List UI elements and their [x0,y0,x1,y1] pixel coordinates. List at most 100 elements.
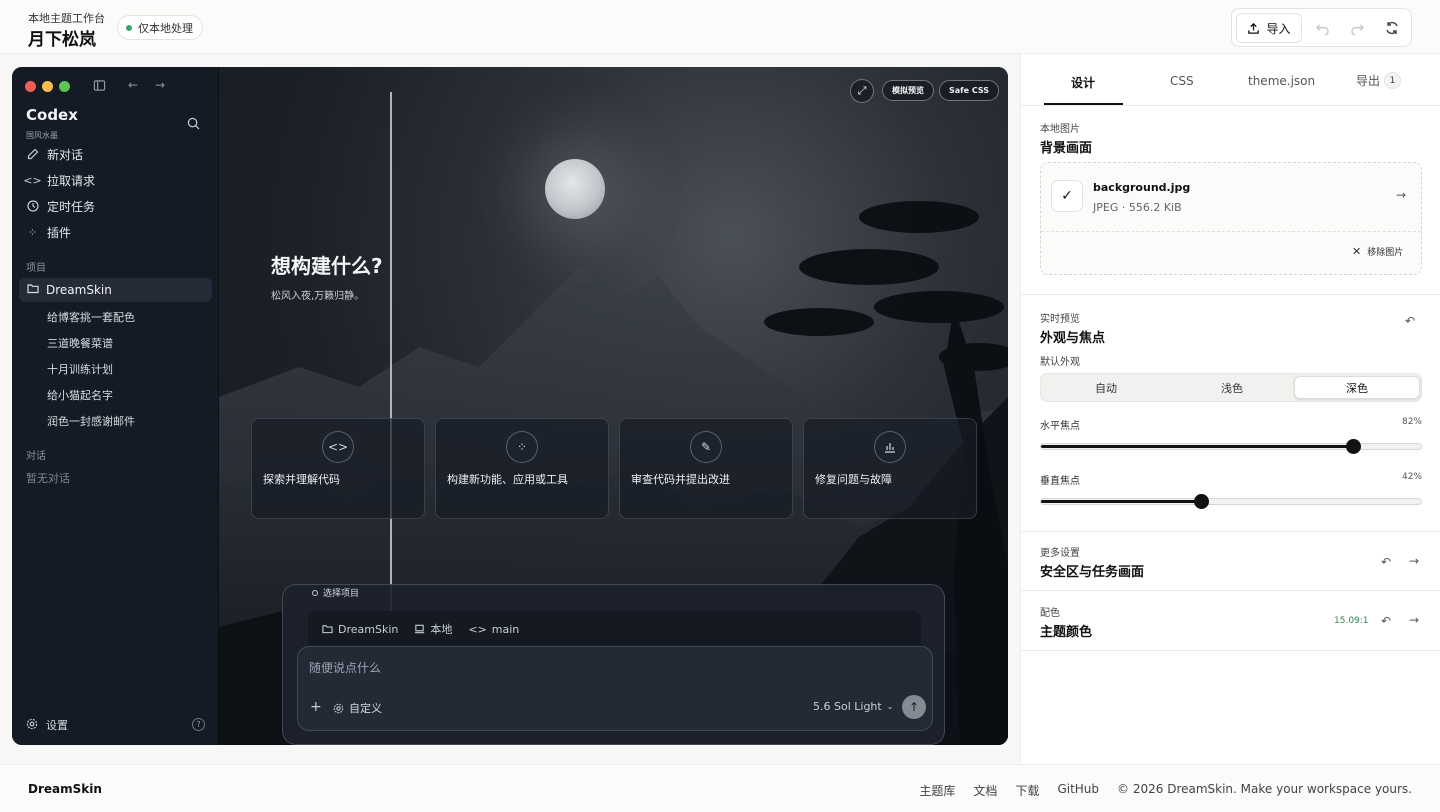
tab-css[interactable]: CSS [1170,74,1194,88]
list-item[interactable]: 给小猫起名字 [47,387,113,403]
nav-plugins[interactable]: ⁘ 插件 [26,222,71,242]
close-window-icon[interactable] [25,81,36,92]
reset-icon[interactable]: ↶ [1381,555,1391,569]
close-icon: ✕ [1352,245,1362,258]
import-button[interactable]: 导入 [1236,13,1302,43]
appearance-option-auto[interactable]: 自动 [1043,376,1169,399]
v-focus-slider[interactable] [1040,494,1422,509]
loader-icon: ⁘ [506,431,538,463]
folder-icon [322,625,333,634]
chart-icon [874,431,906,463]
suggestion-card[interactable]: ✎ 审查代码并提出改进 [619,418,793,519]
slider-thumb[interactable] [1193,494,1209,509]
context-project[interactable]: DreamSkin [322,623,398,636]
app-subtitle: 国风水墨 [26,131,58,140]
context-environment[interactable]: 本地 [414,621,452,637]
list-item[interactable]: 给博客挑一套配色 [47,309,135,325]
nav-scheduled-tasks[interactable]: 定时任务 [26,196,95,216]
footer-link-docs[interactable]: 文档 [973,782,997,799]
simulated-preview-pill[interactable]: 模拟预览 [882,80,934,101]
contrast-ratio: 15.09:1 [1334,616,1369,626]
plus-icon[interactable]: + [310,699,322,715]
clock-icon [26,200,39,213]
import-label: 导入 [1266,21,1291,36]
maximize-window-icon[interactable] [59,81,70,92]
tab-theme-json[interactable]: theme.json [1248,74,1315,88]
context-branch-label: main [491,622,520,636]
tab-export[interactable]: 导出 1 [1356,72,1402,89]
suggestion-card[interactable]: <> 探索并理解代码 [251,418,425,519]
context-branch[interactable]: <> main [468,623,519,636]
toolbar: 导入 [1231,8,1412,47]
message-composer[interactable]: 随便说点什么 + 自定义 5.6 Sol Light ⌄ ↑ [297,646,933,731]
customize-button[interactable]: 自定义 [333,700,382,716]
expand-icon[interactable]: ⤢ [850,79,874,103]
reset-icon[interactable]: ↶ [1381,614,1391,628]
suggestion-card[interactable]: 修复问题与故障 [803,418,977,519]
settings-panel: 设计 CSS theme.json 导出 1 本地图片 背景画面 ✓ backg… [1020,54,1440,764]
pencil-icon [26,148,39,161]
code-icon: <> [23,173,42,187]
branch-icon: <> [468,622,487,636]
suggestion-card[interactable]: ⁘ 构建新功能、应用或工具 [435,418,609,519]
status-dot-icon [126,24,132,31]
undo-icon[interactable] [1312,18,1332,38]
sidebar-toggle-icon[interactable] [93,79,106,95]
context-project-label: DreamSkin [338,622,399,636]
nav-new-chat[interactable]: 新对话 [26,144,83,164]
nav-label: 拉取请求 [47,173,96,188]
reset-icon[interactable]: ↶ [1405,314,1415,328]
remove-image-button[interactable]: ✕ 移除图片 [1352,245,1403,258]
settings-button[interactable]: 设置 [26,717,68,733]
theme-title: 月下松岚 [28,30,96,50]
redo-icon[interactable] [1347,18,1367,38]
footer-link-download[interactable]: 下载 [1015,782,1039,799]
list-item[interactable]: 十月训练计划 [47,361,113,377]
footer-link-themes[interactable]: 主题库 [919,782,955,799]
tabs-divider [1021,105,1440,106]
composer-placeholder[interactable]: 随便说点什么 [309,659,381,676]
divider [1021,294,1440,295]
nav-pull-requests[interactable]: <> 拉取请求 [23,170,96,190]
list-item[interactable]: 三道晚餐菜谱 [47,335,113,351]
list-item[interactable]: 润色一封感谢邮件 [47,413,135,429]
context-bar: DreamSkin 本地 <> main [308,611,921,647]
appearance-option-light[interactable]: 浅色 [1169,376,1295,399]
search-icon[interactable] [187,117,200,133]
model-label: 5.6 Sol Light [813,700,882,713]
choose-project[interactable]: 选择项目 [312,586,359,599]
arrow-right-icon[interactable]: → [1409,554,1419,568]
plugin-icon: ⁘ [27,225,38,239]
gear-icon [333,703,344,713]
choose-project-label: 选择项目 [323,589,360,599]
tab-design[interactable]: 设计 [1071,74,1095,91]
context-environment-label: 本地 [430,623,453,636]
local-badge-label: 仅本地处理 [138,21,193,35]
arrow-right-icon[interactable]: → [1396,188,1406,202]
export-count-badge: 1 [1384,72,1402,89]
nav-label: 定时任务 [47,199,96,214]
send-button[interactable]: ↑ [902,695,926,719]
model-selector[interactable]: 5.6 Sol Light ⌄ [813,700,893,713]
forward-arrow-icon[interactable]: → [155,78,165,92]
app-title: Codex [26,106,78,124]
refresh-icon[interactable] [1382,18,1402,38]
divider [1021,650,1440,651]
arrow-right-icon[interactable]: → [1409,613,1419,627]
appearance-option-dark[interactable]: 深色 [1294,376,1420,399]
more-settings-title: 安全区与任务画面 [1040,565,1145,580]
card-label: 探索并理解代码 [263,473,340,486]
h-focus-label: 水平焦点 [1040,421,1080,432]
card-label: 修复问题与故障 [815,473,892,486]
slider-thumb[interactable] [1345,439,1361,454]
background-file-dropzone[interactable]: ✓ background.jpg JPEG · 556.2 KiB → ✕ 移除… [1040,162,1422,275]
project-dreamskin[interactable]: DreamSkin [19,278,212,302]
safe-css-pill[interactable]: Safe CSS [939,80,999,101]
help-icon[interactable]: ? [192,718,205,731]
hero-subtitle: 松风入夜,万籁归静。 [271,291,365,302]
theme-preview: ← → Codex 国风水墨 新对话 <> 拉取请求 定时任务 ⁘ 插件 项目 … [12,67,1008,745]
h-focus-slider[interactable] [1040,439,1422,454]
footer-link-github[interactable]: GitHub [1057,782,1099,799]
back-arrow-icon[interactable]: ← [128,78,138,92]
minimize-window-icon[interactable] [42,81,53,92]
